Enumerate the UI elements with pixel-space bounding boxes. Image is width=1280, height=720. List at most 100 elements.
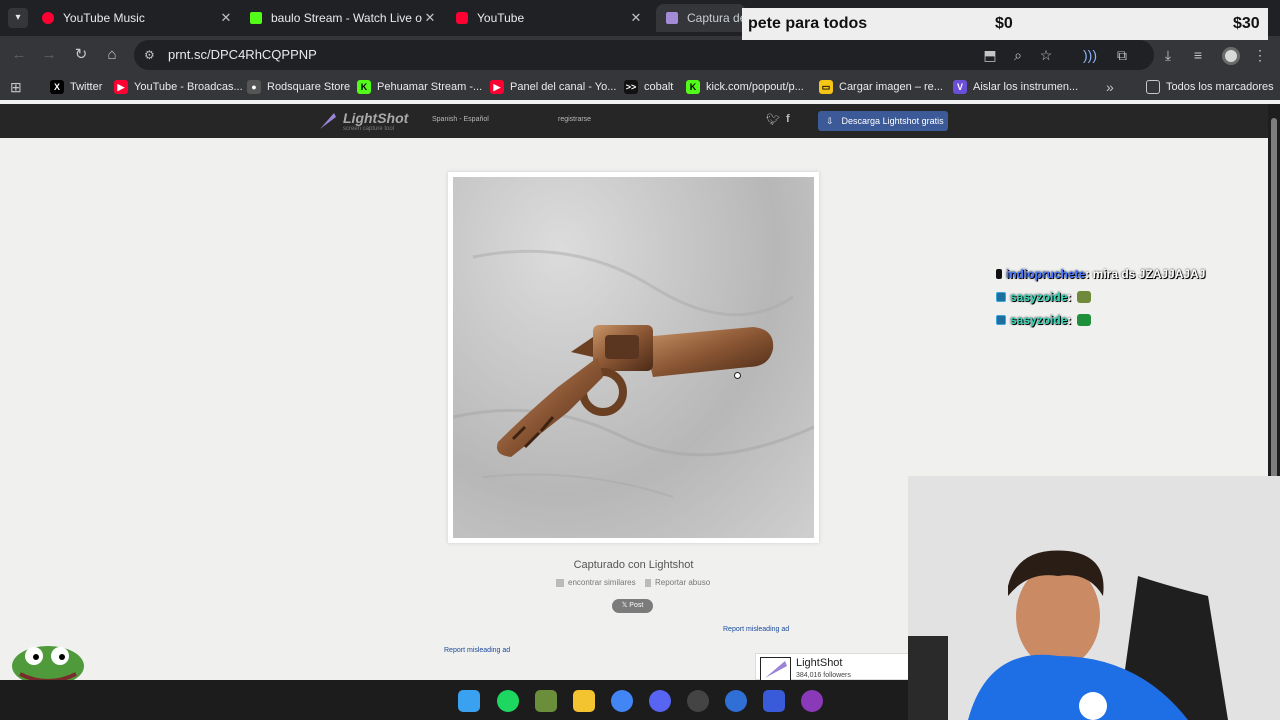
lightshot-logo[interactable]: LightShot xyxy=(343,110,408,126)
profile-avatar[interactable] xyxy=(1222,47,1240,65)
install-app-icon[interactable]: ⬒ xyxy=(980,45,1000,65)
download-label: Descarga Lightshot gratis xyxy=(841,116,944,126)
bookmark-kick-popout[interactable]: K kick.com/popout/p... xyxy=(686,78,804,96)
lightshot-feather-icon xyxy=(320,113,336,129)
bookmark-label: cobalt xyxy=(644,81,674,93)
vocal-icon: V xyxy=(953,80,967,94)
facebook-icon[interactable]: f xyxy=(786,113,790,125)
windows-taskbar xyxy=(0,680,908,720)
chat-app-icon[interactable] xyxy=(801,690,823,712)
bookmark-label: Rodsquare Store xyxy=(267,81,351,93)
forward-arrow-icon[interactable]: → xyxy=(38,44,60,66)
apps-grid-icon[interactable]: ⊞ xyxy=(10,78,22,96)
post-label: Post xyxy=(629,602,644,609)
bookmark-star-icon[interactable]: ☆ xyxy=(1036,45,1056,65)
screen: ▾ YouTube Music ✕ baulo Stream - Watch L… xyxy=(0,0,1280,720)
follow-count: 384,016 followers xyxy=(796,672,851,679)
chat-text: : mira ds JZAJJAJAJ xyxy=(1085,267,1206,281)
chat-message: sasyzoide: xyxy=(996,313,1091,327)
kick-icon xyxy=(250,12,262,24)
tab-lightshot-capture[interactable]: Captura de p xyxy=(656,4,746,32)
close-icon[interactable]: ✕ xyxy=(422,10,438,26)
language-selector[interactable]: Spanish - Español xyxy=(432,116,489,123)
bookmark-pehuamar-stream[interactable]: K Pehuamar Stream -... xyxy=(357,78,482,96)
bookmark-label: Cargar imagen – re... xyxy=(839,81,943,93)
bookmark-label: Todos los marcadores xyxy=(1166,81,1274,93)
donation-goal-bar: pete para todos $0 $30 xyxy=(742,8,1268,40)
ccleaner-icon[interactable] xyxy=(725,690,747,712)
x-icon: X xyxy=(50,80,64,94)
lightshot-feather-icon xyxy=(760,657,791,681)
bookmark-twitter[interactable]: X Twitter xyxy=(50,78,102,96)
folder-icon xyxy=(1146,80,1160,94)
bookmarks-bar: ⊞ X Twitter ▶ YouTube - Broadcas... ● Ro… xyxy=(0,74,1280,100)
home-icon[interactable]: ⌂ xyxy=(101,44,123,66)
read-aloud-icon[interactable]: ))) xyxy=(1080,45,1100,65)
report-abuse-link[interactable]: Reportar abuso xyxy=(645,578,710,587)
minecraft-icon[interactable] xyxy=(535,690,557,712)
tab-search-button[interactable]: ▾ xyxy=(8,8,28,28)
download-lightshot-button[interactable]: ⇩ Descarga Lightshot gratis xyxy=(818,111,948,131)
bookmark-panel-canal[interactable]: ▶ Panel del canal - Yo... xyxy=(490,78,616,96)
close-icon[interactable]: ✕ xyxy=(218,10,234,26)
zoom-icon[interactable]: ⌕ xyxy=(1008,45,1028,65)
chat-badge-icon xyxy=(996,315,1006,325)
streamer-webcam-image xyxy=(908,476,1280,720)
tab-title: YouTube xyxy=(477,11,525,25)
obs-icon[interactable] xyxy=(687,690,709,712)
report-icon xyxy=(645,578,651,587)
bookmark-label: Aislar los instrumen... xyxy=(973,81,1079,93)
url-text[interactable]: prnt.sc/DPC4RhCQPPNP xyxy=(168,47,317,62)
kick-icon: K xyxy=(357,80,371,94)
discord-icon[interactable] xyxy=(649,690,671,712)
revolver-figurine-image xyxy=(453,249,814,498)
lightshot-follow-card[interactable]: LightShot 384,016 followers xyxy=(755,653,909,681)
chevron-right-icon[interactable]: » xyxy=(1106,78,1114,96)
reload-icon[interactable]: ↻ xyxy=(70,44,92,66)
file-explorer-icon[interactable] xyxy=(573,690,595,712)
youtube-icon: ▶ xyxy=(490,80,504,94)
store-icon: ● xyxy=(247,80,261,94)
site-settings-icon[interactable]: ⚙ xyxy=(144,48,158,62)
chat-badge-icon xyxy=(996,292,1006,302)
bookmark-cargar-imagen[interactable]: ▭ Cargar imagen – re... xyxy=(819,78,943,96)
report-misleading-ad-link[interactable]: Report misleading ad xyxy=(723,626,789,633)
bookmark-youtube-broadcast[interactable]: ▶ YouTube - Broadcas... xyxy=(114,78,243,96)
tab-title: Captura de p xyxy=(687,11,746,25)
bookmark-rodsquare-store[interactable]: ● Rodsquare Store xyxy=(247,78,350,96)
windows-start-icon[interactable] xyxy=(458,690,480,712)
screenshot-image[interactable] xyxy=(453,177,814,538)
bookmark-label: Panel del canal - Yo... xyxy=(510,81,617,93)
lightshot-feather-icon xyxy=(666,12,678,24)
media-control-icon[interactable]: ≡ xyxy=(1188,45,1208,65)
chrome-icon[interactable] xyxy=(611,690,633,712)
close-icon[interactable]: ✕ xyxy=(628,10,644,26)
all-bookmarks-folder[interactable]: Todos los marcadores xyxy=(1146,78,1274,96)
tab-youtube-music[interactable]: YouTube Music ✕ xyxy=(32,4,240,32)
chat-username: sasyzoide xyxy=(1010,290,1068,304)
register-link[interactable]: registrarse xyxy=(558,116,591,123)
app-diamond-icon[interactable] xyxy=(763,690,785,712)
tab-kick-stream[interactable]: baulo Stream - Watch Live on K ✕ xyxy=(240,4,444,32)
bookmark-aislar-instrumentos[interactable]: V Aislar los instrumen... xyxy=(953,78,1078,96)
goal-title: pete para todos xyxy=(748,15,868,32)
tab-youtube[interactable]: YouTube ✕ xyxy=(446,4,650,32)
youtube-icon: ▶ xyxy=(114,80,128,94)
report-misleading-ad-link[interactable]: Report misleading ad xyxy=(444,647,510,654)
goal-current: $0 xyxy=(995,15,1013,32)
chat-text: : xyxy=(1067,290,1072,304)
bookmark-cobalt[interactable]: >> cobalt xyxy=(624,78,673,96)
download-icon: ⇩ xyxy=(826,115,834,126)
youtube-music-icon xyxy=(42,12,54,24)
twitter-icon[interactable]: 🐦︎ xyxy=(766,113,780,126)
x-post-button[interactable]: 𝕏 Post xyxy=(612,599,653,613)
spotify-icon[interactable] xyxy=(497,690,519,712)
downloads-icon[interactable]: ⤓ xyxy=(1158,45,1178,65)
find-similar-link[interactable]: encontrar similares xyxy=(556,578,636,587)
back-arrow-icon[interactable]: ← xyxy=(8,44,30,66)
extensions-icon[interactable]: ⧉ xyxy=(1112,45,1132,65)
menu-kebab-icon[interactable]: ⋮ xyxy=(1250,45,1270,65)
kick-icon: K xyxy=(686,80,700,94)
cobalt-icon: >> xyxy=(624,80,638,94)
address-bar[interactable]: ⚙ prnt.sc/DPC4RhCQPPNP xyxy=(134,40,1154,70)
